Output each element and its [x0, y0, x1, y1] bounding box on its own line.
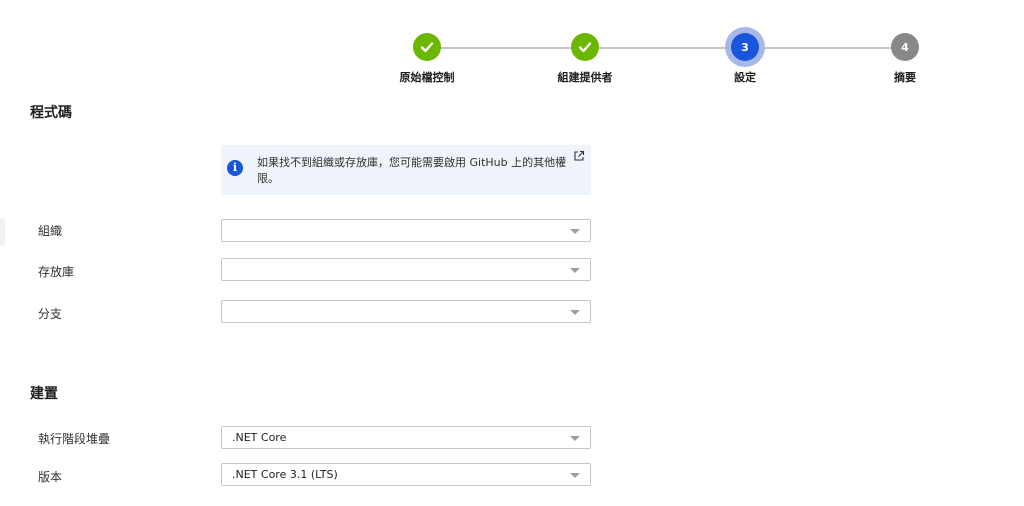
repository-dropdown[interactable]: [221, 258, 591, 281]
checkmark-icon: [413, 33, 441, 61]
organization-label: 組織: [38, 224, 63, 238]
chevron-down-icon: [570, 473, 580, 478]
version-label: 版本: [38, 470, 63, 484]
code-section-title: 程式碼: [30, 105, 72, 121]
checkmark-icon: [571, 33, 599, 61]
info-message-box: i 如果找不到組織或存放庫，您可能需要啟用 GitHub 上的其他權限。: [221, 145, 591, 195]
chevron-down-icon: [570, 310, 580, 315]
side-marker: [0, 218, 5, 246]
step-build-provider[interactable]: 組建提供者: [525, 33, 645, 85]
info-icon: i: [227, 160, 243, 176]
runtime-stack-label: 執行階段堆疊: [38, 432, 111, 446]
version-value: .NET Core 3.1 (LTS): [232, 468, 338, 481]
step-label: 原始檔控制: [399, 71, 455, 84]
step-number: 3: [731, 33, 759, 61]
version-dropdown[interactable]: .NET Core 3.1 (LTS): [221, 463, 591, 486]
step-label: 設定: [734, 71, 756, 84]
step-number: 4: [891, 33, 919, 61]
step-label: 摘要: [894, 71, 916, 84]
repository-label: 存放庫: [38, 265, 75, 279]
build-section-title: 建置: [30, 386, 58, 402]
external-link-icon[interactable]: [573, 150, 585, 162]
step-source-control[interactable]: 原始檔控制: [367, 33, 487, 85]
chevron-down-icon: [570, 268, 580, 273]
step-label: 組建提供者: [557, 71, 613, 84]
chevron-down-icon: [570, 229, 580, 234]
runtime-stack-dropdown[interactable]: .NET Core: [221, 426, 591, 449]
deployment-center-page: 原始檔控制 組建提供者 3 設定 4 摘要 程式碼 i 如果找不到組織或存放庫，…: [0, 0, 1024, 506]
step-configure[interactable]: 3 設定: [685, 33, 805, 85]
branch-dropdown[interactable]: [221, 300, 591, 323]
organization-dropdown[interactable]: [221, 219, 591, 242]
wizard-stepper: 原始檔控制 組建提供者 3 設定 4 摘要: [0, 0, 1024, 95]
chevron-down-icon: [570, 436, 580, 441]
runtime-stack-value: .NET Core: [232, 431, 287, 444]
step-summary[interactable]: 4 摘要: [845, 33, 965, 85]
branch-label: 分支: [38, 307, 63, 321]
info-message-text: 如果找不到組織或存放庫，您可能需要啟用 GitHub 上的其他權限。: [257, 156, 567, 185]
